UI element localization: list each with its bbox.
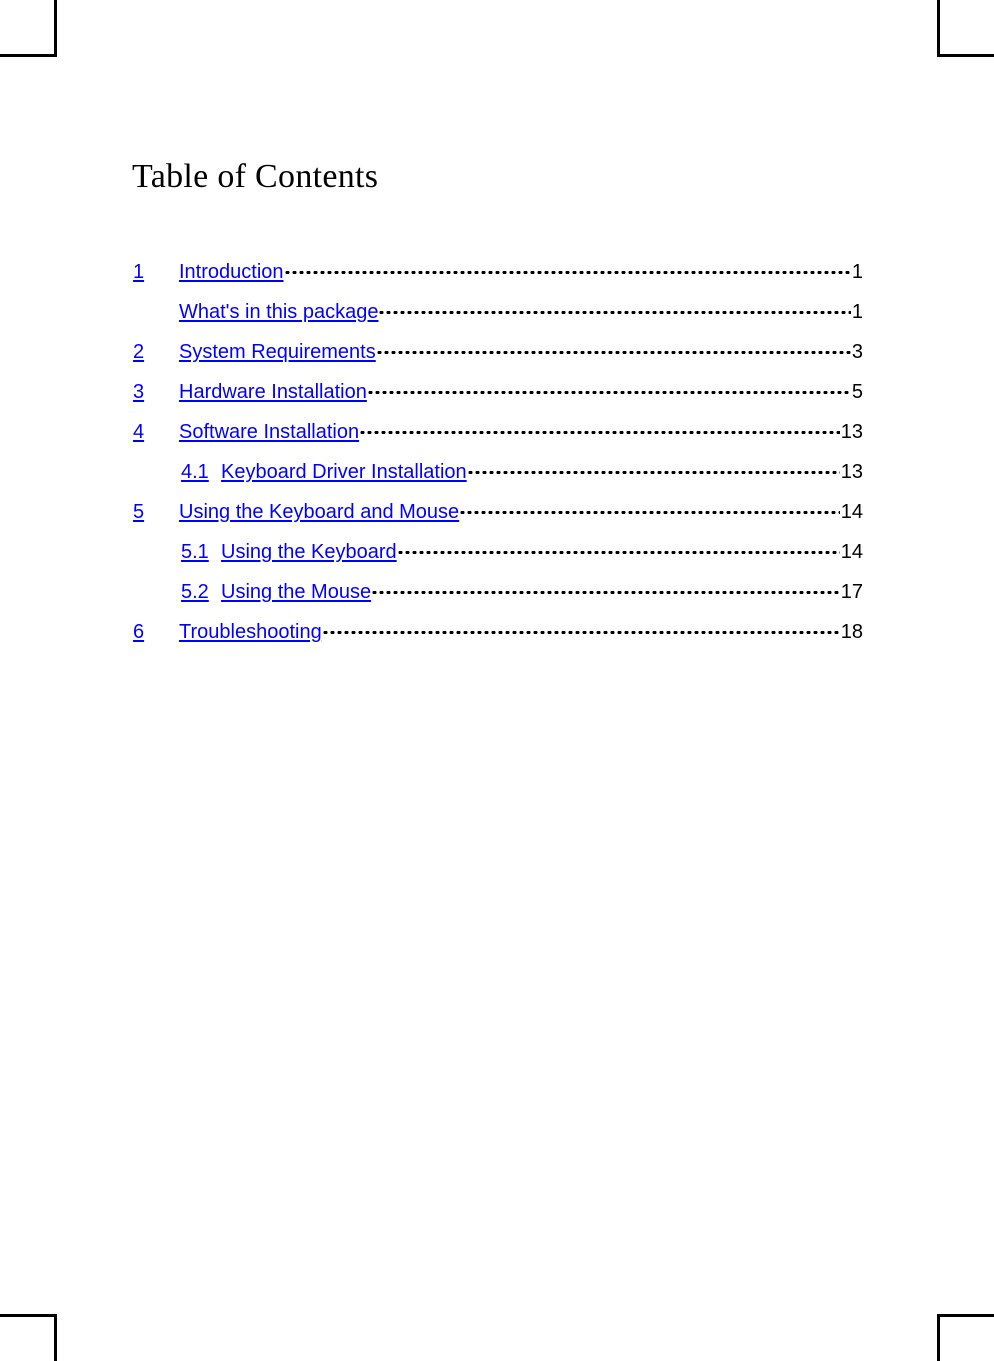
toc-entry[interactable]: 4.1 Keyboard Driver Installation 13 <box>0 452 994 492</box>
toc-entry-page-number: 3 <box>851 341 863 363</box>
toc-entry-link[interactable]: Using the Keyboard <box>221 532 397 572</box>
toc-entry[interactable]: 5.2 Using the Mouse 17 <box>0 572 994 612</box>
toc-entry[interactable]: 4 Software Installation 13 <box>0 412 994 452</box>
toc-entry-number[interactable]: 5.1 <box>181 532 209 572</box>
toc-dot-leader <box>375 338 851 358</box>
toc-entry[interactable]: 3 Hardware Installation 5 <box>0 372 994 412</box>
toc-entry-link[interactable]: System Requirements <box>179 332 376 372</box>
toc-entry[interactable]: 5 Using the Keyboard and Mouse 14 <box>0 492 994 532</box>
toc-dot-leader <box>459 498 840 518</box>
page-title: Table of Contents <box>132 158 379 195</box>
toc-dot-leader <box>359 418 840 438</box>
toc-entry-body: Keyboard Driver Installation 13 <box>221 452 863 492</box>
toc-entry-link[interactable]: Troubleshooting <box>179 612 322 652</box>
toc-entry-body: Hardware Installation 5 <box>179 372 863 412</box>
toc-dot-leader <box>378 298 851 318</box>
toc-dot-leader <box>466 458 840 478</box>
toc-entry-link[interactable]: Software Installation <box>179 412 359 452</box>
toc-entry-body: Using the Keyboard 14 <box>221 532 863 572</box>
toc-entry-number[interactable]: 5 <box>133 492 144 532</box>
toc-entry-body: System Requirements 3 <box>179 332 863 372</box>
toc-entry-body: Using the Mouse 17 <box>221 572 863 612</box>
toc-entry-link[interactable]: Using the Mouse <box>221 572 371 612</box>
toc-entry-page-number: 18 <box>840 621 863 643</box>
toc-entry-body: What's in this package 1 <box>179 292 863 332</box>
toc-dot-leader <box>396 538 840 558</box>
crop-mark-bottom-left-icon <box>0 1314 57 1361</box>
toc-entry[interactable]: 2 System Requirements 3 <box>0 332 994 372</box>
toc-entry-link[interactable]: Using the Keyboard and Mouse <box>179 492 459 532</box>
toc-entry-number[interactable]: 4.1 <box>181 452 209 492</box>
toc-entry-body: Software Installation 13 <box>179 412 863 452</box>
crop-mark-top-left-icon <box>0 0 57 57</box>
toc-entry-body: Using the Keyboard and Mouse 14 <box>179 492 863 532</box>
document-page: Table of Contents 1 Introduction 1 What's i… <box>0 0 994 1361</box>
toc-entry[interactable]: 1 Introduction 1 <box>0 252 994 292</box>
toc-entry-page-number: 1 <box>851 261 863 283</box>
toc-entry-number[interactable]: 5.2 <box>181 572 209 612</box>
toc-entry-number[interactable]: 2 <box>133 332 144 372</box>
toc-entry-link[interactable]: Keyboard Driver Installation <box>221 452 467 492</box>
toc-entry-page-number: 1 <box>851 301 863 323</box>
toc-dot-leader <box>371 578 840 598</box>
toc-entry-page-number: 13 <box>840 461 863 483</box>
toc-entry[interactable]: 6 Troubleshooting 18 <box>0 612 994 652</box>
table-of-contents: 1 Introduction 1 What's in this package 1 2 Sy… <box>0 252 994 652</box>
toc-entry-number[interactable]: 6 <box>133 612 144 652</box>
toc-entry-page-number: 14 <box>840 501 863 523</box>
toc-entry-number[interactable]: 3 <box>133 372 144 412</box>
toc-entry-link[interactable]: Hardware Installation <box>179 372 367 412</box>
toc-entry-page-number: 5 <box>851 381 863 403</box>
toc-entry-link[interactable]: What's in this package <box>179 292 378 332</box>
toc-entry-link[interactable]: Introduction <box>179 252 284 292</box>
crop-mark-top-right-icon <box>937 0 994 57</box>
toc-entry-number[interactable]: 4 <box>133 412 144 452</box>
toc-entry[interactable]: 5.1 Using the Keyboard 14 <box>0 532 994 572</box>
toc-entry[interactable]: What's in this package 1 <box>0 292 994 332</box>
toc-entry-page-number: 13 <box>840 421 863 443</box>
toc-dot-leader <box>321 618 840 638</box>
toc-entry-number[interactable]: 1 <box>133 252 144 292</box>
crop-mark-bottom-right-icon <box>937 1314 994 1361</box>
toc-dot-leader <box>366 378 851 398</box>
toc-entry-page-number: 14 <box>840 541 863 563</box>
toc-entry-body: Troubleshooting 18 <box>179 612 863 652</box>
toc-entry-page-number: 17 <box>840 581 863 603</box>
toc-dot-leader <box>283 258 851 278</box>
toc-entry-body: Introduction 1 <box>179 252 863 292</box>
